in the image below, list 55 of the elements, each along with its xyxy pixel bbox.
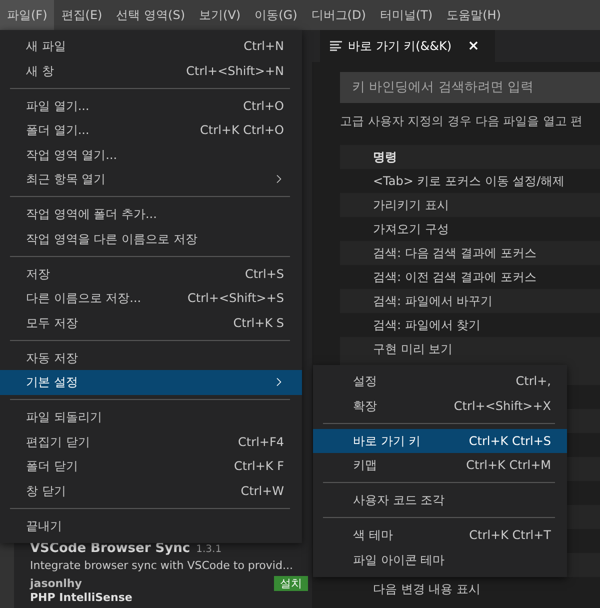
menu-item[interactable]: 사용자 코드 조각 xyxy=(313,488,567,512)
editor-tab[interactable]: 바로 가기 키(&&K) × xyxy=(320,30,496,62)
command-row[interactable]: 검색: 다음 검색 결과에 포커스 xyxy=(340,241,600,265)
menu-item[interactable]: 작업 영역에 폴더 추가... xyxy=(0,202,302,226)
command-row[interactable]: 가져오기 구성 xyxy=(340,217,600,241)
command-row[interactable]: 검색: 이전 검색 결과에 포커스 xyxy=(340,265,600,289)
command-row[interactable]: 검색: 파일에서 찾기 xyxy=(340,313,600,337)
menu-bar-item[interactable]: 편집(E) xyxy=(54,0,110,30)
menu-item[interactable]: 파일 되돌리기 xyxy=(0,405,302,430)
command-row[interactable]: 가리키기 표시 xyxy=(340,193,600,217)
extension-author: jasonlhy xyxy=(30,576,82,590)
menu-item[interactable]: 폴더 닫기 Ctrl+K F xyxy=(0,454,302,478)
menu-bar-item[interactable]: 도움말(H) xyxy=(440,0,508,30)
command-row[interactable]: <Tab> 키로 포커스 이동 설정/해제 xyxy=(340,169,600,193)
menu-item[interactable]: 새 창 Ctrl+<Shift>+N xyxy=(0,58,302,83)
command-row[interactable]: 구현 미리 보기 xyxy=(340,337,600,361)
menu-item[interactable]: 색 테마 Ctrl+K Ctrl+T xyxy=(313,523,567,548)
menu-item[interactable]: 저장 Ctrl+S xyxy=(0,262,302,286)
menu-item[interactable]: 키맵 Ctrl+K Ctrl+M xyxy=(313,453,567,478)
menu-item[interactable]: 파일 열기... Ctrl+O xyxy=(0,94,302,118)
menu-bar-item[interactable]: 선택 영역(S) xyxy=(109,0,192,30)
menu-item[interactable]: 폴더 열기... Ctrl+K Ctrl+O xyxy=(0,118,302,142)
menu-bar-item[interactable]: 보기(V) xyxy=(192,0,248,30)
menu-item[interactable]: 편집기 닫기 Ctrl+F4 xyxy=(0,430,302,454)
menu-item[interactable]: 다른 이름으로 저장... Ctrl+<Shift>+S xyxy=(0,286,302,310)
menu-item[interactable]: 바로 가기 키 Ctrl+K Ctrl+S xyxy=(313,428,567,453)
menu-item[interactable]: 작업 영역을 다른 이름으로 저장 xyxy=(0,226,302,251)
menu-bar-item[interactable]: 터미널(T) xyxy=(372,0,440,30)
menu-item[interactable]: 자동 저장 xyxy=(0,346,302,370)
extension-version: 1.3.1 xyxy=(196,544,222,555)
lines-icon xyxy=(330,41,342,51)
extension-name: VSCode Browser Sync xyxy=(30,541,190,557)
menu-item[interactable]: 최근 항목 열기 xyxy=(0,167,302,192)
menu-item[interactable]: 작업 영역 열기... xyxy=(0,142,302,167)
menu-item[interactable]: 새 파일 Ctrl+N xyxy=(0,34,302,58)
close-button[interactable]: × xyxy=(466,38,482,54)
command-row[interactable]: 다음 변경 내용 표시 xyxy=(340,577,600,601)
search-field[interactable]: 키 바인딩에서 검색하려면 입력 xyxy=(340,72,600,103)
help-text: 고급 사용자 지정의 경우 다음 파일을 열고 편 xyxy=(340,113,584,130)
extension-name: PHP IntelliSense xyxy=(30,592,132,604)
menu-item[interactable]: 확장 Ctrl+<Shift>+X xyxy=(313,394,567,418)
column-header: 명령 xyxy=(340,145,600,169)
menu-item[interactable]: 기본 설정 xyxy=(0,370,302,394)
menu-bar-item[interactable]: 파일(F) xyxy=(0,0,54,30)
menu-item[interactable]: 창 닫기 Ctrl+W xyxy=(0,478,302,503)
menu-item[interactable]: 끝내기 xyxy=(0,514,302,538)
menu-item[interactable]: 파일 아이콘 테마 xyxy=(313,548,567,572)
install-button[interactable]: 설치 xyxy=(274,576,308,590)
menu-bar-item[interactable]: 디버그(D) xyxy=(304,0,373,30)
menu-bar-item[interactable]: 이동(G) xyxy=(248,0,304,30)
menu-item[interactable]: 모두 저장 Ctrl+K S xyxy=(0,310,302,335)
command-row[interactable]: 검색: 파일에서 바꾸기 xyxy=(340,289,600,313)
tab-label: 바로 가기 키(&&K) xyxy=(348,38,452,54)
menu-item[interactable]: 설정 Ctrl+, xyxy=(313,369,567,394)
extension-description: Integrate browser sync with VSCode to provid... xyxy=(30,558,294,574)
